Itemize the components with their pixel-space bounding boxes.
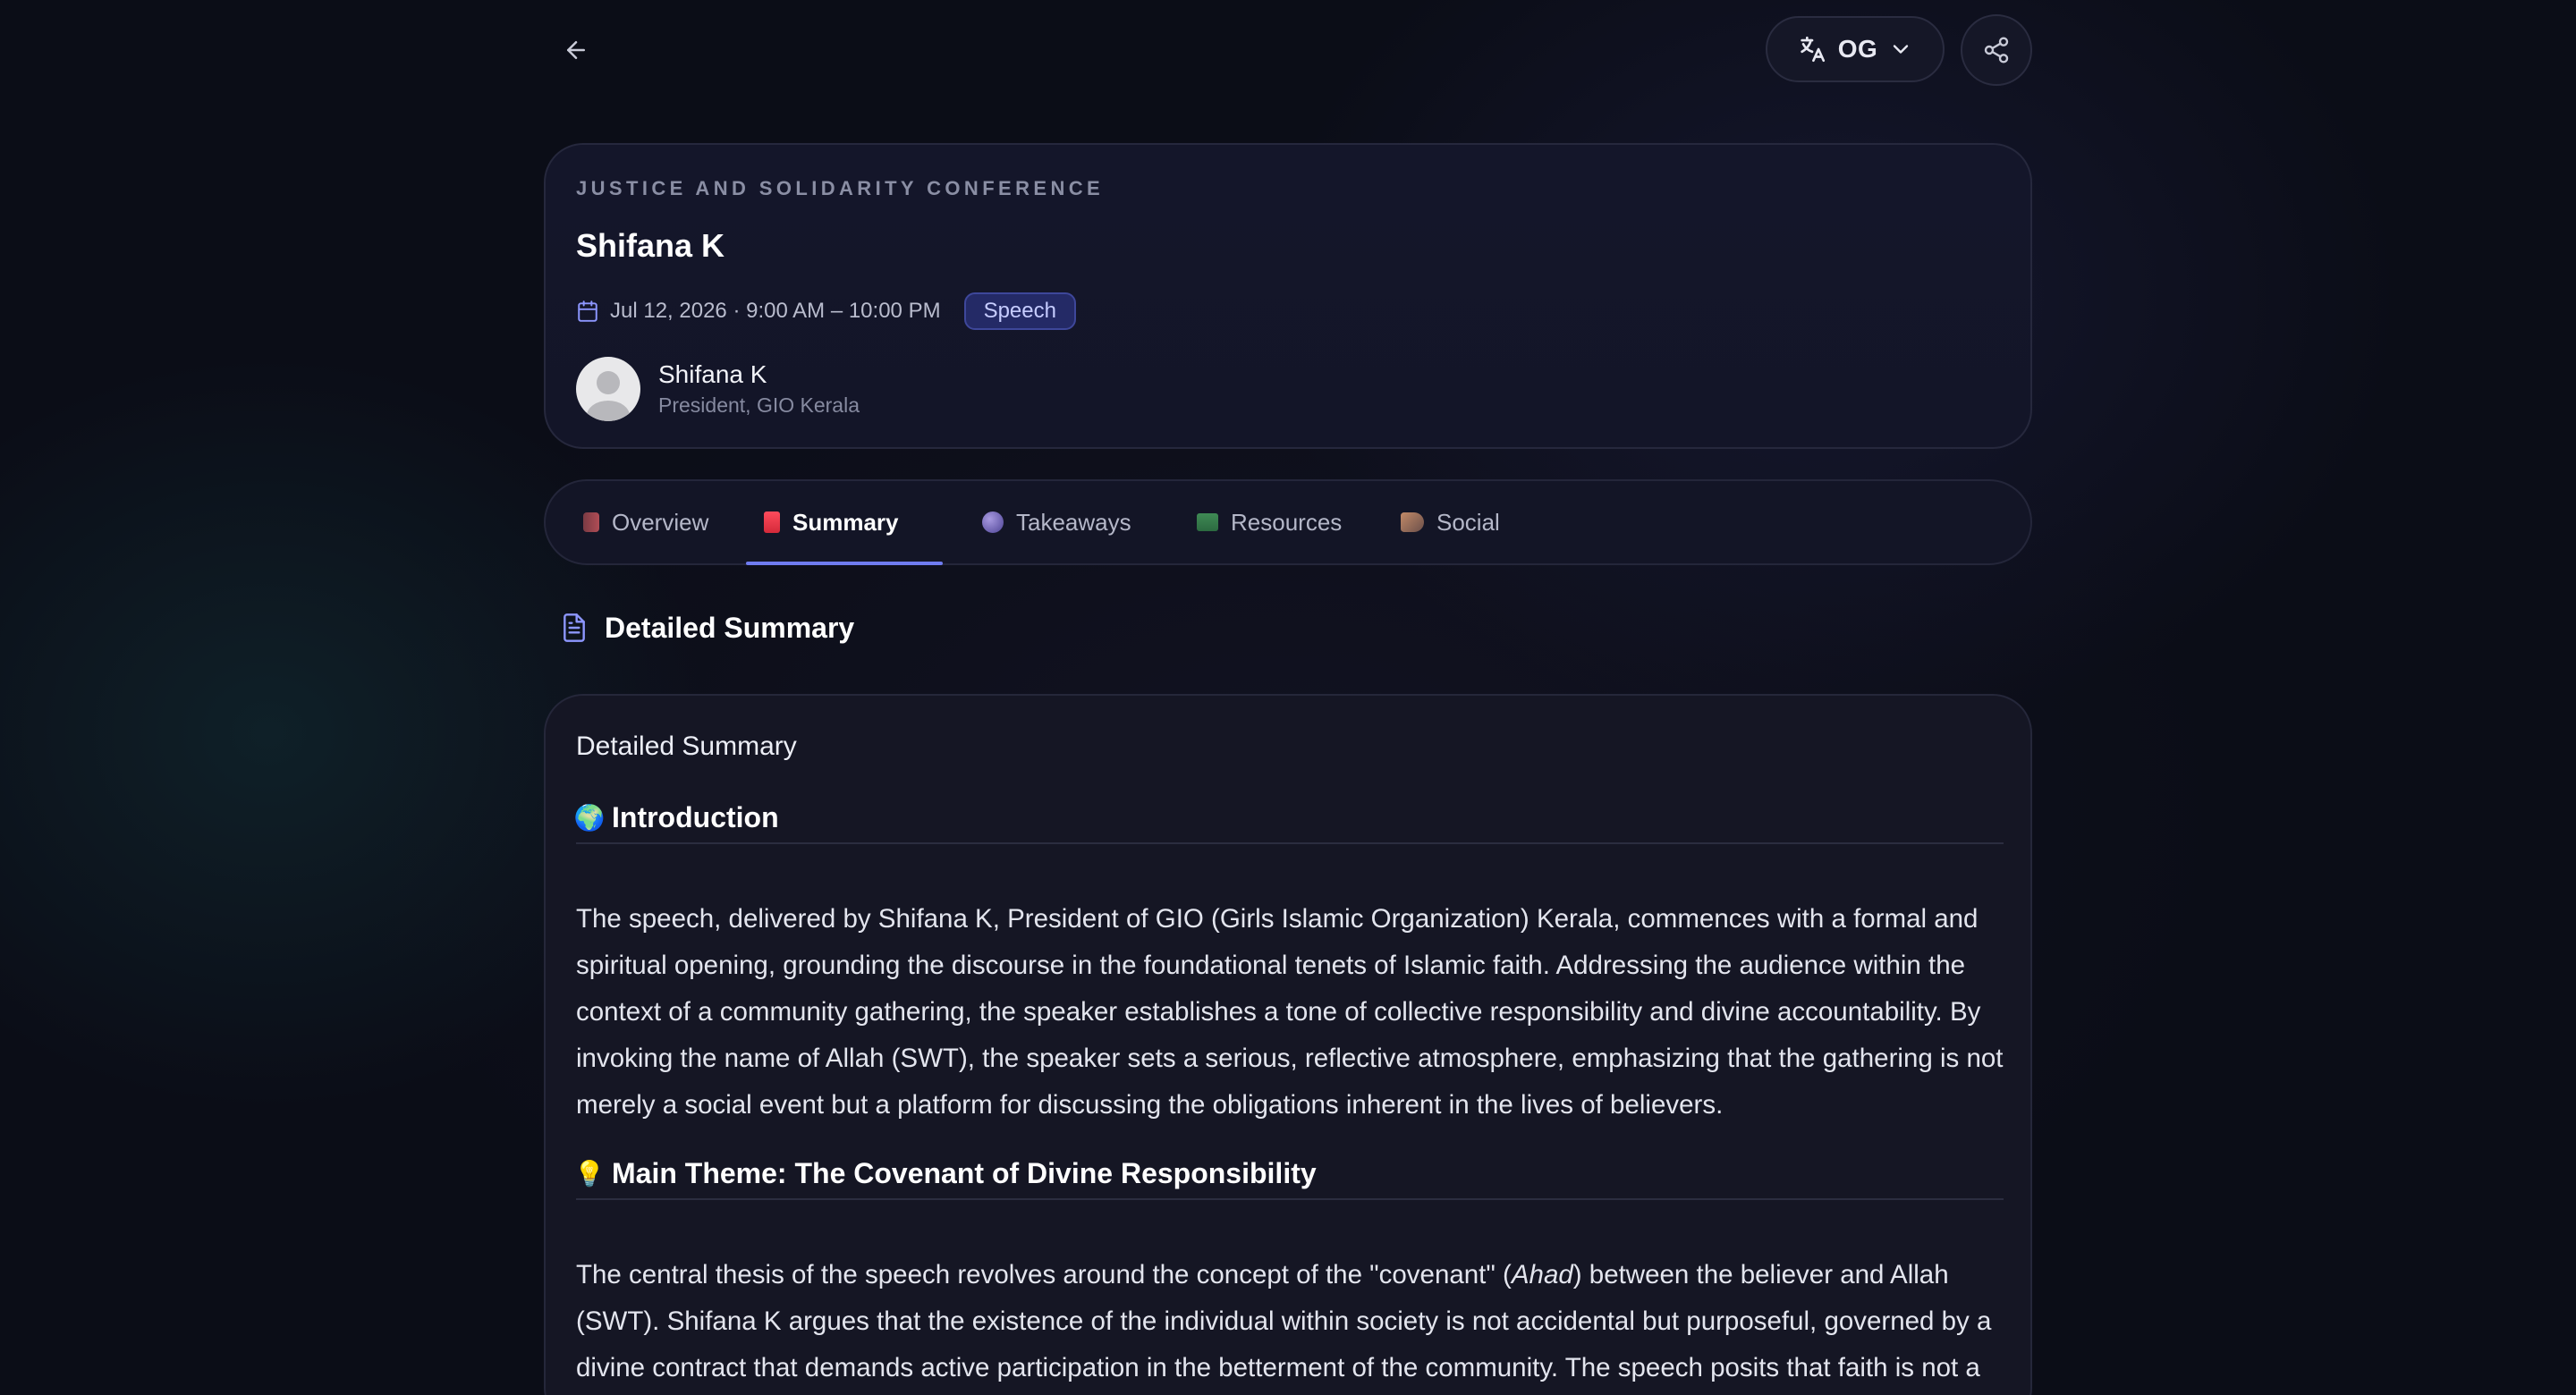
event-title: Shifana K xyxy=(576,227,725,264)
translate-icon xyxy=(1801,36,1825,63)
share-button[interactable] xyxy=(1961,14,2032,86)
tab-label: Takeaways xyxy=(1016,508,1131,536)
event-header-card: JUSTICE AND SOLIDARITY CONFERENCE Shifan… xyxy=(544,143,2032,449)
megaphone-icon xyxy=(1401,512,1424,532)
tab-label: Overview xyxy=(612,508,709,536)
back-button[interactable] xyxy=(553,27,599,73)
introduction-heading: 🌍 Introduction xyxy=(573,792,2004,844)
memo-icon xyxy=(764,512,780,533)
globe-icon: 🌍 xyxy=(573,803,606,832)
card-heading: Detailed Summary xyxy=(576,731,797,761)
top-bar: OG xyxy=(544,14,2032,86)
tab-takeaways[interactable]: Takeaways xyxy=(964,481,1149,563)
document-icon xyxy=(564,613,585,642)
main-theme-heading: 💡 Main Theme: The Covenant of Divine Res… xyxy=(573,1148,2004,1200)
speaker-info: Shifana K President, GIO Kerala xyxy=(658,359,860,419)
paragraph-text: The central thesis of the speech revolve… xyxy=(576,1260,1512,1289)
avatar xyxy=(576,357,640,421)
tab-bar: Overview Summary Takeaways Resources Soc… xyxy=(544,479,2032,565)
arrow-left-icon xyxy=(567,41,585,59)
session-type-badge: Speech xyxy=(963,292,1076,330)
speaker-role: President, GIO Kerala xyxy=(658,393,860,417)
tab-social[interactable]: Social xyxy=(1383,481,1518,563)
introduction-paragraph: The speech, delivered by Shifana K, Pres… xyxy=(576,904,2004,1120)
event-meta: Jul 12, 2026 · 9:00 AM – 10:00 PM Speech xyxy=(576,292,1076,331)
tab-label: Resources xyxy=(1231,508,1343,536)
event-datetime: Jul 12, 2026 · 9:00 AM – 10:00 PM xyxy=(610,299,941,323)
main-theme-title: Main Theme: The Covenant of Divine Respo… xyxy=(612,1156,1317,1189)
summary-card: Detailed Summary 🌍 Introduction The spee… xyxy=(544,694,2032,1395)
tab-label: Social xyxy=(1436,508,1500,536)
conference-name: JUSTICE AND SOLIDARITY CONFERENCE xyxy=(576,177,1105,199)
lightbulb-icon: 💡 xyxy=(573,1159,606,1188)
chevron-down-icon xyxy=(1894,45,1909,54)
speaker-name: Shifana K xyxy=(658,360,767,388)
tab-label: Summary xyxy=(792,508,899,536)
language-selector[interactable]: OG xyxy=(1766,16,1945,82)
paragraph-emphasis: Ahad xyxy=(1511,1260,1573,1289)
language-label: OG xyxy=(1837,35,1878,63)
tab-summary[interactable]: Summary xyxy=(746,481,943,565)
share-icon xyxy=(1984,37,2009,63)
introduction-title: Introduction xyxy=(612,800,779,833)
section-title: Detailed Summary xyxy=(605,611,855,644)
orb-icon xyxy=(982,512,1004,533)
calendar-icon xyxy=(578,300,597,322)
main-theme-paragraph: The central thesis of the speech revolve… xyxy=(576,1252,2007,1391)
speaker-row: Shifana K President, GIO Kerala xyxy=(576,356,860,422)
user-placeholder-icon xyxy=(587,371,630,421)
tab-overview[interactable]: Overview xyxy=(565,481,726,563)
folder-icon xyxy=(1197,513,1218,531)
book-icon xyxy=(583,512,599,532)
tab-resources[interactable]: Resources xyxy=(1179,481,1360,563)
section-header: Detailed Summary xyxy=(560,608,854,647)
